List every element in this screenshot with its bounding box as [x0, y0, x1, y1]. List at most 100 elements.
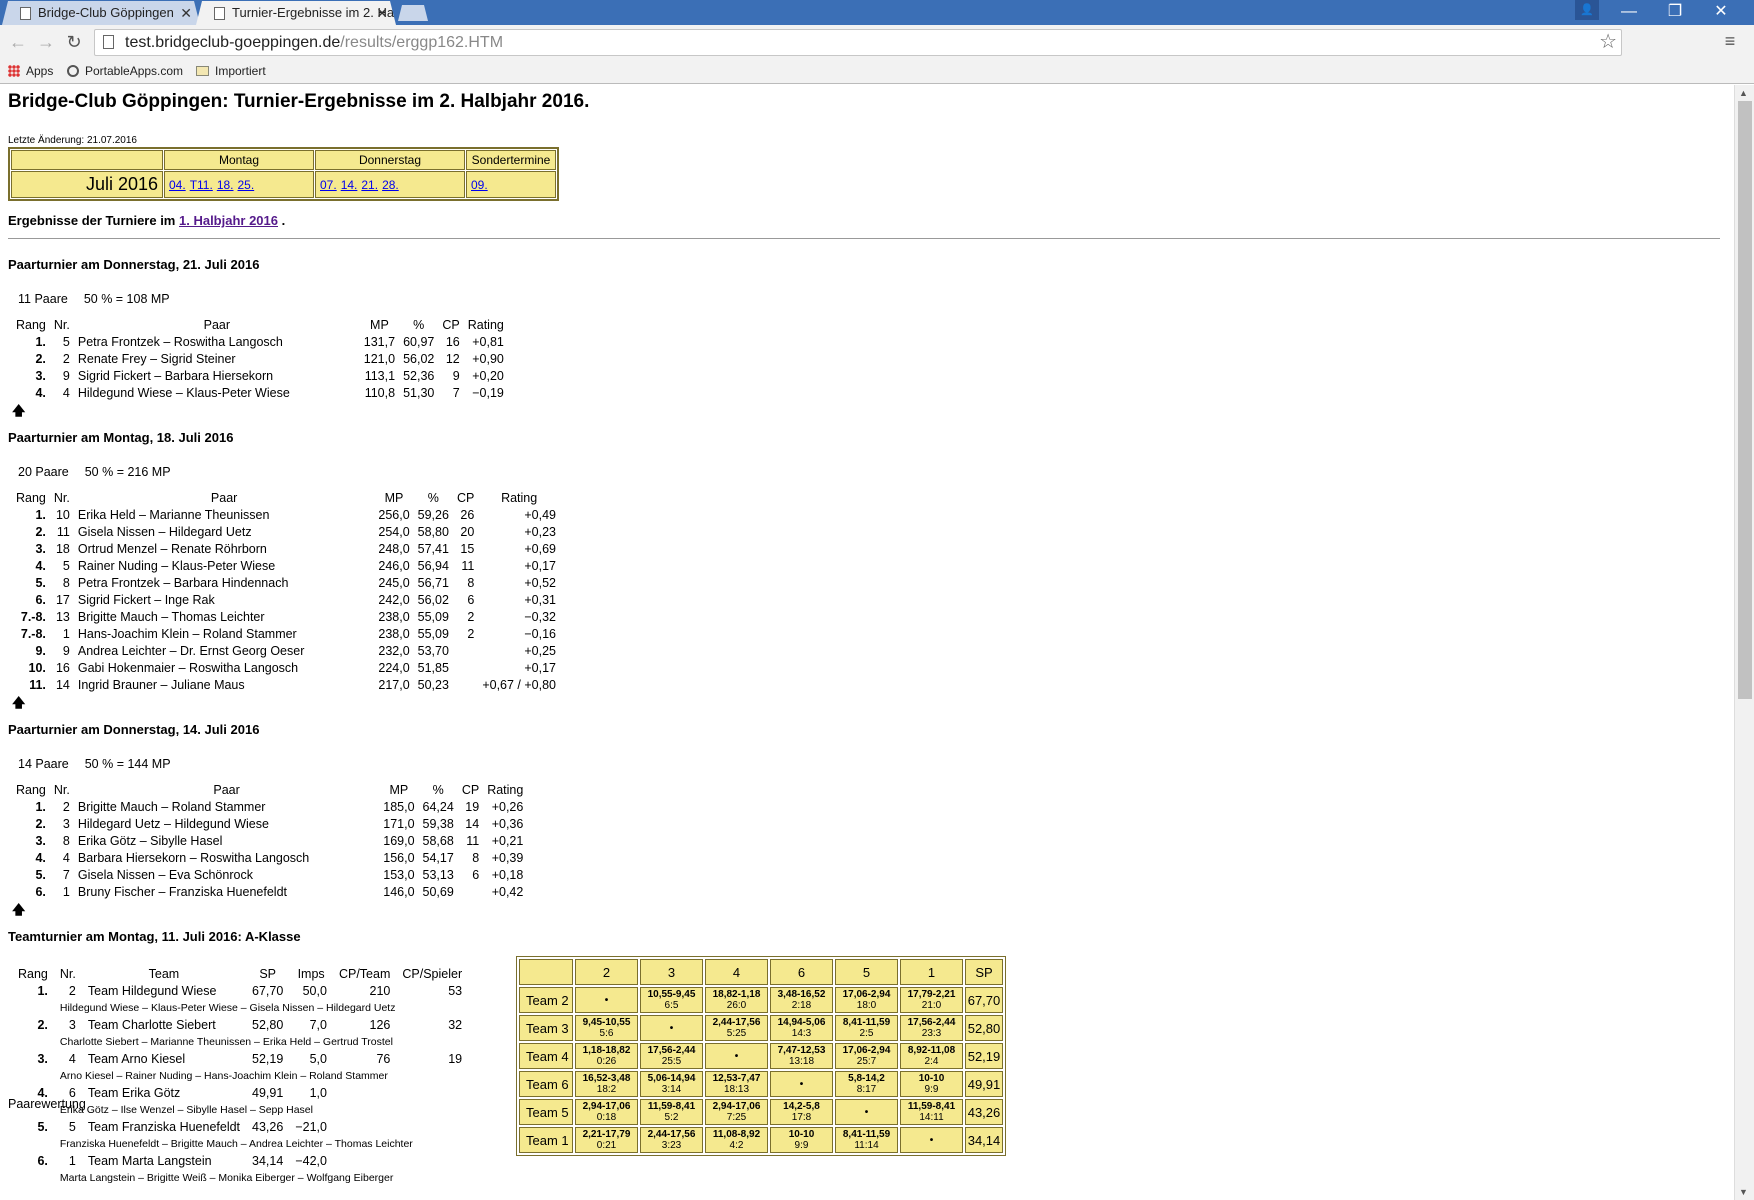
- cell-paar: Hans-Joachim Klein – Roland Stammer: [77, 626, 297, 641]
- date-link[interactable]: T11.: [190, 178, 213, 192]
- bookmark-portableapps[interactable]: PortableApps.com: [67, 64, 183, 78]
- matrix-cell: 14,94-5,06 14:3: [770, 1015, 833, 1041]
- table-row: 1. 5 Petra Frontzek – Roswitha Langosch 131…: [12, 333, 508, 350]
- close-window-button[interactable]: ✕: [1699, 0, 1743, 25]
- previous-halfyear-link[interactable]: 1. Halbjahr 2016: [179, 213, 278, 228]
- page-info-icon[interactable]: [103, 35, 114, 49]
- cell-rating: −0,16: [524, 626, 556, 641]
- date-link[interactable]: 18.: [217, 178, 234, 192]
- cell-rang: 2.: [35, 524, 46, 539]
- cell-nr: 4: [68, 1051, 76, 1066]
- team-members: Arno Kiesel – Rainer Nuding – Hans-Joach…: [59, 1069, 388, 1082]
- cell-nr: 4: [62, 850, 70, 865]
- column-header-nr: Nr.: [53, 317, 70, 332]
- matrix-cell: 17,06-2,94 25:7: [835, 1043, 898, 1069]
- bookmark-folder-importiert[interactable]: Importiert: [196, 64, 266, 78]
- cell-cp: [458, 883, 483, 900]
- matrix-sp: 43,26: [965, 1099, 1003, 1125]
- cell-team: Team Marta Langstein: [87, 1153, 212, 1168]
- calendar-special-dates: 09.: [466, 171, 556, 198]
- minimize-button[interactable]: —: [1607, 0, 1651, 25]
- date-link[interactable]: 28.: [382, 178, 399, 192]
- close-icon[interactable]: ✕: [180, 1, 192, 25]
- profile-icon[interactable]: 👤: [1575, 0, 1599, 20]
- cell-mp: 256,0: [378, 507, 410, 522]
- cell-sp: 43,26: [252, 1119, 284, 1134]
- cell-rang: 7.-8.: [20, 626, 46, 641]
- matrix-vp: 8,92-11,08: [907, 1045, 956, 1056]
- date-link[interactable]: 21.: [361, 178, 378, 192]
- date-link[interactable]: 09.: [471, 178, 488, 192]
- bookmark-apps[interactable]: Apps: [8, 64, 53, 78]
- cell-mp: 248,0: [378, 541, 410, 556]
- bookmarks-bar: Apps PortableApps.com Importiert: [0, 60, 1754, 84]
- tab-bridge-club[interactable]: Bridge-Club Göppingen ✕: [2, 1, 200, 25]
- cell-pct: 54,17: [422, 850, 454, 865]
- cell-sp: 52,80: [252, 1017, 284, 1032]
- maximize-button[interactable]: ❐: [1653, 0, 1697, 25]
- address-bar[interactable]: test.bridgeclub-goeppingen.de/results/er…: [94, 29, 1622, 56]
- matrix-vp: 17,06-2,94: [842, 989, 891, 1000]
- cell-rang: 6.: [35, 884, 46, 899]
- matrix-vp: 12,53-7,47: [712, 1073, 761, 1084]
- scroll-down-icon[interactable]: ▼: [1739, 1187, 1748, 1197]
- tab-results[interactable]: Turnier-Ergebnisse im 2. Halbjahr 2016 ✕: [196, 1, 396, 25]
- column-header-nr: Nr.: [53, 490, 70, 505]
- back-icon[interactable]: ←: [6, 30, 30, 54]
- reload-icon[interactable]: ↻: [62, 30, 86, 54]
- forward-icon[interactable]: →: [34, 30, 58, 54]
- cell-cp: 8: [467, 575, 475, 590]
- matrix-cell: 17,06-2,94 18:0: [835, 987, 898, 1013]
- scrollbar-thumb[interactable]: [1738, 101, 1752, 699]
- matrix-imps: 0:26: [596, 1056, 617, 1067]
- vertical-scrollbar[interactable]: ▲ ▼: [1734, 85, 1754, 1200]
- matrix-vp: 5,06-14,94: [647, 1073, 696, 1084]
- cell-cp_spieler: [396, 1118, 468, 1135]
- cell-pct: 56,02: [403, 351, 435, 366]
- new-tab-button[interactable]: [398, 5, 428, 21]
- cell-cp: 6: [472, 867, 480, 882]
- matrix-cell: 10,55-9,45 6:5: [640, 987, 703, 1013]
- date-link[interactable]: 04.: [169, 178, 186, 192]
- last-change: Letzte Änderung: 21.07.2016: [8, 135, 137, 146]
- bookmark-star-icon[interactable]: ☆: [1599, 30, 1617, 55]
- cell-sp: 52,19: [252, 1051, 284, 1066]
- pair-count: 14 Paare: [18, 757, 69, 771]
- cell-pct: 60,97: [403, 334, 435, 349]
- cell-cp_team: [333, 1084, 396, 1101]
- matrix-cell: 9,45-10,55 5:6: [575, 1015, 638, 1041]
- table-row: 5. 8 Petra Frontzek – Barbara Hindennach 24…: [12, 574, 560, 591]
- close-icon[interactable]: ✕: [376, 1, 388, 25]
- cell-rang: 6.: [37, 1153, 48, 1168]
- back-to-top-arrow-icon[interactable]: 🡅: [12, 694, 1726, 710]
- matrix-cell: 5,06-14,94 3:14: [640, 1071, 703, 1097]
- date-link[interactable]: 25.: [238, 178, 255, 192]
- previous-results-line: Ergebnisse der Turniere im 1. Halbjahr 2…: [8, 213, 286, 228]
- matrix-imps: 0:21: [596, 1140, 617, 1151]
- date-link[interactable]: 14.: [341, 178, 358, 192]
- menu-icon[interactable]: ≡: [1720, 31, 1740, 53]
- matrix-vp: 1,18-18,82: [582, 1045, 631, 1056]
- calendar-month: Juli 2016: [11, 171, 163, 198]
- cell-cp: [453, 659, 478, 676]
- table-row: 9. 9 Andrea Leichter – Dr. Ernst Georg Oes…: [12, 642, 560, 659]
- matrix-imps: 18:13: [723, 1084, 750, 1095]
- cell-paar: Gisela Nissen – Eva Schönrock: [77, 867, 253, 882]
- cell-pct: 59,26: [417, 507, 449, 522]
- matrix-cell: 17,56-2,44 25:5: [640, 1043, 703, 1069]
- cell-paar: Sigrid Fickert – Inge Rak: [77, 592, 215, 607]
- team-members-row: Hildegund Wiese – Klaus-Peter Wiese – Gi…: [12, 999, 468, 1016]
- date-link[interactable]: 07.: [320, 178, 337, 192]
- scroll-up-icon[interactable]: ▲: [1739, 88, 1748, 98]
- back-to-top-arrow-icon[interactable]: 🡅: [12, 901, 1726, 917]
- cell-nr: 1: [62, 626, 70, 641]
- table-row: 2. 3 Hildegard Uetz – Hildegund Wiese 171,0…: [12, 815, 527, 832]
- back-to-top-arrow-icon[interactable]: 🡅: [12, 402, 1726, 418]
- calendar-monday-dates: 04. T11. 18. 25.: [164, 171, 314, 198]
- matrix-cell: •: [835, 1099, 898, 1125]
- cell-cp_spieler: 32: [448, 1017, 463, 1032]
- team-section-title: Teamturnier am Montag, 11. Juli 2016: A-…: [8, 929, 301, 944]
- matrix-imps: 23:3: [921, 1028, 942, 1039]
- matrix-imps: 2:4: [924, 1056, 939, 1067]
- matrix-vp: 14,2-5,8: [783, 1101, 820, 1112]
